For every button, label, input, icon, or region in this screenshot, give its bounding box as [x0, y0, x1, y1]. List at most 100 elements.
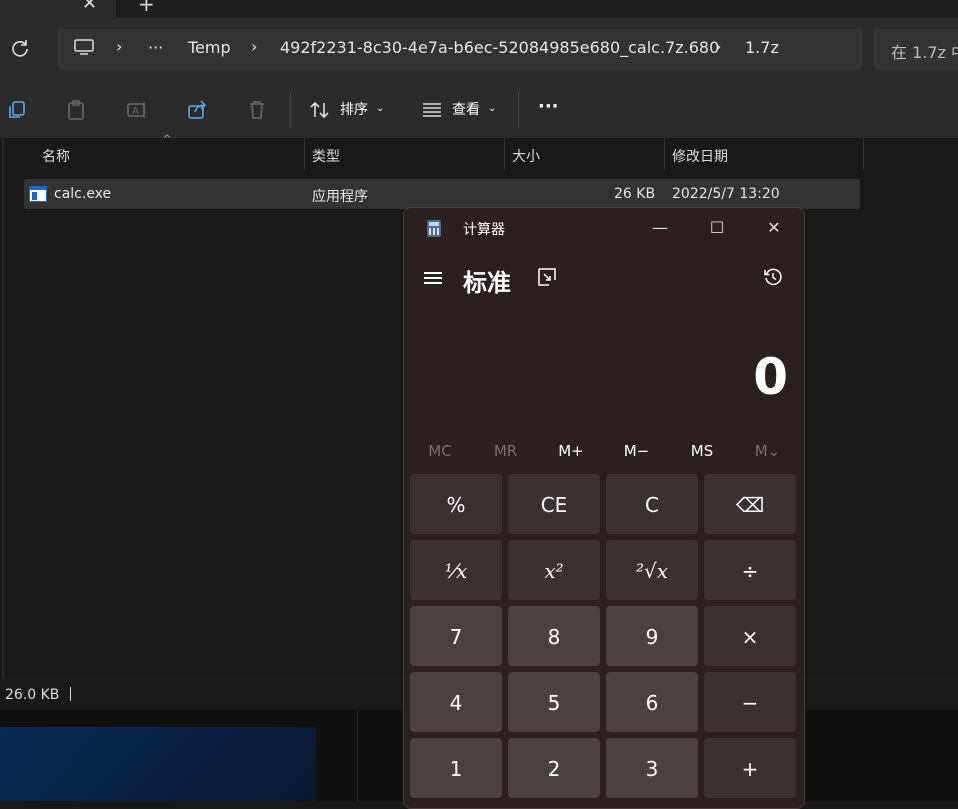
- memory-mc-button[interactable]: MC: [410, 442, 470, 460]
- sort-ascending-icon: ^: [163, 134, 172, 145]
- key-divide-button[interactable]: ÷: [703, 539, 797, 601]
- key-label: ×: [741, 625, 759, 649]
- delete-icon[interactable]: [246, 99, 268, 121]
- key-reciprocal-button[interactable]: ⅟x: [409, 539, 503, 601]
- key-label: CE: [540, 493, 568, 517]
- key-label: +: [741, 757, 759, 781]
- chevron-right-icon[interactable]: ›: [715, 37, 721, 56]
- chevron-down-icon: ⌄: [376, 103, 385, 114]
- key-label: 9: [645, 625, 659, 649]
- memory-ms-button[interactable]: MS: [672, 442, 732, 460]
- close-button[interactable]: ✕: [764, 218, 784, 238]
- minimize-button[interactable]: —: [650, 218, 670, 238]
- share-icon[interactable]: [186, 99, 208, 121]
- key-one-button[interactable]: 1: [409, 737, 503, 799]
- column-size[interactable]: 大小: [512, 146, 540, 166]
- command-bar: A 排序 ⌄ 查看 ⌄ ···: [0, 82, 958, 139]
- status-selection-size: 26.0 KB: [5, 687, 60, 703]
- column-name[interactable]: 名称: [42, 146, 70, 166]
- key-label: ÷: [741, 559, 759, 583]
- key-three-button[interactable]: 3: [605, 737, 699, 799]
- key-two-button[interactable]: 2: [507, 737, 601, 799]
- tab-close-button[interactable]: ✕: [82, 0, 97, 14]
- copy-icon[interactable]: [6, 99, 28, 121]
- wallpaper-thumbnail: [0, 727, 316, 801]
- file-row[interactable]: calc.exe 应用程序 26 KB 2022/5/7 13:20: [24, 179, 860, 209]
- column-type[interactable]: 类型: [312, 146, 340, 166]
- key-percent-button[interactable]: %: [409, 473, 503, 535]
- refresh-icon[interactable]: [10, 38, 30, 58]
- key-five-button[interactable]: 5: [507, 671, 601, 733]
- file-type: 应用程序: [312, 189, 368, 205]
- key-four-button[interactable]: 4: [409, 671, 503, 733]
- key-six-button[interactable]: 6: [605, 671, 699, 733]
- more-options-icon[interactable]: ···: [538, 96, 559, 117]
- key-seven-button[interactable]: 7: [409, 605, 503, 667]
- memory-m-list-button[interactable]: M⌄: [738, 442, 798, 460]
- calculator-window[interactable]: 计算器 — ☐ ✕ 标准 0 MC MR M+ M− MS M⌄ % CE C ⌫ ⅟x x² ²√x…: [403, 207, 805, 809]
- key-square-button[interactable]: x²: [507, 539, 601, 601]
- breadcrumb-temp[interactable]: Temp: [188, 38, 231, 57]
- calculator-app-icon: [427, 220, 441, 237]
- column-divider[interactable]: [863, 138, 864, 170]
- key-nine-button[interactable]: 9: [605, 605, 699, 667]
- key-label: 6: [645, 691, 659, 715]
- key-label: ⌫: [735, 493, 765, 517]
- chevron-right-icon[interactable]: ›: [251, 37, 257, 56]
- rename-icon[interactable]: A: [126, 99, 148, 121]
- key-eight-button[interactable]: 8: [507, 605, 601, 667]
- key-multiply-button[interactable]: ×: [703, 605, 797, 667]
- address-bar[interactable]: › ··· Temp › 492f2231-8c30-4e7a-b6ec-520…: [58, 29, 862, 69]
- status-divider: [70, 687, 71, 701]
- explorer-tab[interactable]: ✕: [0, 0, 116, 18]
- maximize-button[interactable]: ☐: [707, 218, 727, 238]
- calculator-titlebar[interactable]: 计算器 — ☐ ✕: [404, 208, 804, 248]
- history-icon[interactable]: [763, 267, 783, 287]
- calculator-title: 计算器: [463, 222, 505, 238]
- key-label: 7: [449, 625, 463, 649]
- breadcrumb-1-7z[interactable]: 1.7z: [745, 38, 779, 57]
- column-divider[interactable]: [664, 138, 665, 170]
- desktop-divider: [357, 710, 358, 801]
- column-divider[interactable]: [504, 138, 505, 170]
- column-header: ^ 名称 类型 大小 修改日期: [0, 134, 958, 170]
- key-label: C: [645, 493, 659, 517]
- key-backspace-button[interactable]: ⌫: [703, 473, 797, 535]
- navigation-bar: › ··· Temp › 492f2231-8c30-4e7a-b6ec-520…: [0, 18, 958, 82]
- breadcrumb-archive-folder[interactable]: 492f2231-8c30-4e7a-b6ec-52084985e680_cal…: [280, 38, 719, 57]
- file-modified: 2022/5/7 13:20: [672, 186, 780, 202]
- key-label: ⅟x: [444, 559, 468, 583]
- toolbar-separator: [290, 92, 291, 128]
- svg-text:A: A: [132, 106, 139, 117]
- chevron-down-icon: ⌄: [488, 103, 497, 114]
- key-square-root-button[interactable]: ²√x: [605, 539, 699, 601]
- menu-icon[interactable]: [424, 272, 442, 285]
- toolbar-separator: [518, 92, 519, 128]
- column-modified[interactable]: 修改日期: [672, 146, 728, 166]
- key-minus-button[interactable]: −: [703, 671, 797, 733]
- column-divider[interactable]: [304, 138, 305, 170]
- new-tab-button[interactable]: +: [138, 0, 155, 16]
- memory-m-plus-button[interactable]: M+: [541, 442, 601, 460]
- this-pc-icon[interactable]: [74, 39, 94, 55]
- search-placeholder: 在 1.7z 中: [891, 43, 958, 62]
- calculator-mode: 标准: [463, 269, 511, 297]
- keep-on-top-icon[interactable]: [538, 268, 556, 286]
- memory-mr-button[interactable]: MR: [476, 442, 536, 460]
- key-label: 8: [547, 625, 561, 649]
- paste-icon[interactable]: [65, 99, 87, 121]
- breadcrumb-more[interactable]: ···: [148, 38, 163, 57]
- key-plus-button[interactable]: +: [703, 737, 797, 799]
- tab-strip: ✕ +: [0, 0, 958, 18]
- sort-icon: [310, 101, 329, 119]
- key-label: %: [446, 493, 466, 517]
- key-label: ²√x: [635, 559, 669, 583]
- file-size: 26 KB: [614, 186, 656, 202]
- memory-m-minus-button[interactable]: M−: [607, 442, 667, 460]
- chevron-right-icon[interactable]: ›: [116, 37, 122, 56]
- key-clear-button[interactable]: C: [605, 473, 699, 535]
- search-box[interactable]: 在 1.7z 中: [874, 29, 958, 69]
- key-clear-entry-button[interactable]: CE: [507, 473, 601, 535]
- key-label: 1: [449, 757, 463, 781]
- key-label: 2: [547, 757, 561, 781]
